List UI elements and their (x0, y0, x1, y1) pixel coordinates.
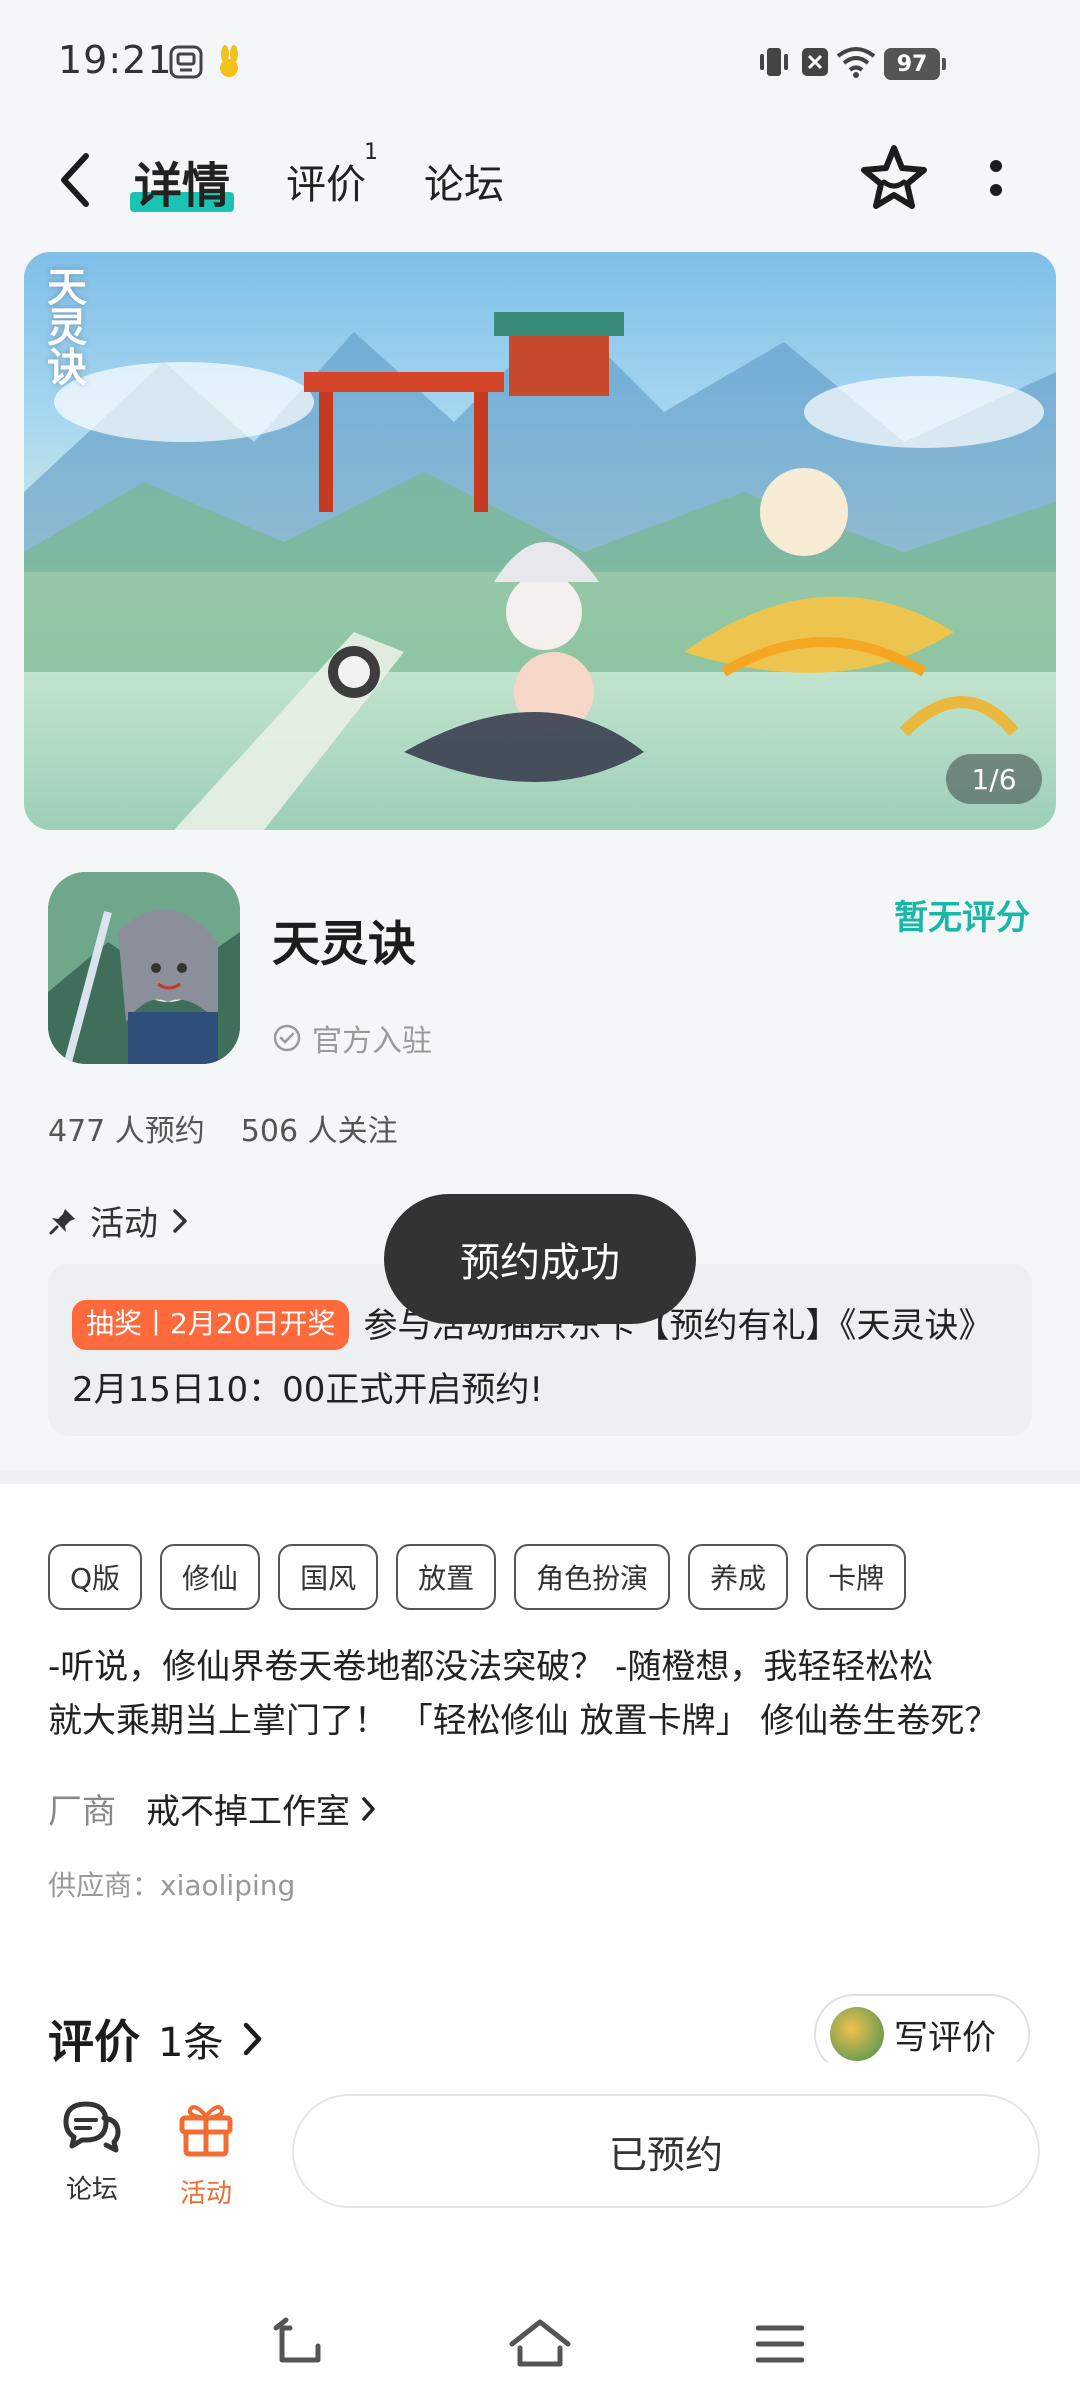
reservation-count: 477 人预约 (48, 1114, 205, 1149)
notification-app-icon (169, 45, 203, 79)
status-time: 19:21 (58, 38, 173, 82)
description-line: -听说，修仙界卷天卷地都没法突破？ -随橙想，我轻轻松松 (48, 1647, 934, 1687)
tag-chip[interactable]: 养成 (688, 1544, 789, 1610)
tag-list: Q版 修仙 国风 放置 角色扮演 养成 卡牌 (48, 1544, 907, 1610)
favorite-star-icon[interactable] (858, 142, 930, 214)
system-menu-icon[interactable] (756, 2316, 804, 2372)
chevron-right-icon (244, 2022, 262, 2056)
battery-level: 97 (896, 51, 928, 77)
user-avatar (830, 2007, 884, 2061)
reserved-button[interactable]: 已预约 (292, 2094, 1040, 2208)
verified-check-icon (273, 1024, 301, 1052)
system-home-icon[interactable] (508, 2316, 572, 2372)
app-name: 天灵诀 (272, 916, 417, 972)
banner-artwork (24, 312, 1056, 830)
tag-chip[interactable]: 国风 (278, 1544, 379, 1610)
forum-button[interactable]: 论坛 (42, 2098, 142, 2206)
activity-badge: 抽奖丨2月20日开奖 (72, 1300, 350, 1350)
vendor-name: 戒不掉工作室 (146, 1792, 350, 1832)
pin-icon (49, 1208, 75, 1234)
battery-indicator: 97 (884, 48, 946, 80)
screenshot-banner[interactable]: 天灵诀 1/6 (24, 252, 1056, 830)
gift-icon (179, 2105, 233, 2157)
app-icon-artwork (48, 872, 240, 1064)
vendor-row[interactable]: 厂商 戒不掉工作室 (48, 1784, 378, 1833)
tag-chip[interactable]: 角色扮演 (514, 1544, 671, 1610)
reviews-count: 1条 (158, 2020, 224, 2066)
app-stats: 477 人预约 506 人关注 (48, 1106, 434, 1150)
forum-label: 论坛 (65, 2175, 118, 2205)
activity-title: 活动 (90, 1204, 158, 1244)
no-sim-icon (802, 48, 828, 76)
game-logo: 天灵诀 (40, 266, 87, 386)
wifi-icon (836, 47, 876, 78)
chevron-right-icon (362, 1796, 375, 1821)
official-label: 官方入驻 (312, 1024, 432, 1059)
description-line: 就大乘期当上掌门了！ 「轻松修仙 放置卡牌」 修仙卷生卷死？ (48, 1701, 999, 1741)
chevron-right-icon (173, 1208, 187, 1233)
toast-message: 预约成功 (384, 1194, 696, 1324)
rating-text: 暂无评分 (894, 898, 1030, 938)
vendor-name-link[interactable]: 戒不掉工作室 (146, 1784, 378, 1833)
vendor-label: 厂商 (48, 1792, 116, 1832)
vibrate-icon (760, 48, 788, 76)
app-icon (48, 872, 240, 1064)
banner-page-counter: 1/6 (946, 754, 1042, 804)
tab-reviews[interactable]: 评价 (286, 152, 366, 210)
activity-header[interactable]: 活动 (48, 1196, 190, 1245)
section-divider (0, 1470, 1080, 1484)
more-options-icon[interactable] (984, 158, 1008, 198)
forum-chat-icon (63, 2101, 121, 2153)
tag-chip[interactable]: 放置 (396, 1544, 497, 1610)
game-description[interactable]: -听说，修仙界卷天卷地都没法突破？ -随橙想，我轻轻松松 就大乘期当上掌门了！ … (48, 1640, 1038, 1748)
tag-chip[interactable]: 修仙 (160, 1544, 261, 1610)
write-review-label: 写评价 (894, 2017, 996, 2058)
system-back-icon[interactable] (272, 2316, 328, 2372)
back-icon[interactable] (56, 150, 96, 210)
tab-forum[interactable]: 论坛 (424, 152, 504, 210)
official-badge: 官方入驻 (272, 1016, 432, 1060)
tab-details[interactable]: 详情 (134, 146, 230, 216)
follower-count: 506 人关注 (240, 1114, 398, 1149)
tag-chip[interactable]: 卡牌 (806, 1544, 907, 1610)
tag-chip[interactable]: Q版 (48, 1544, 143, 1610)
status-bar: 19:21 97 (0, 0, 1080, 120)
tab-reviews-count: 1 (364, 140, 378, 165)
activity-tab-button[interactable]: 活动 (156, 2098, 256, 2210)
activity-tab-label: 活动 (179, 2179, 232, 2209)
notification-rabbit-icon (220, 45, 238, 77)
supplier-text: 供应商：xiaoliping (48, 1869, 296, 1902)
